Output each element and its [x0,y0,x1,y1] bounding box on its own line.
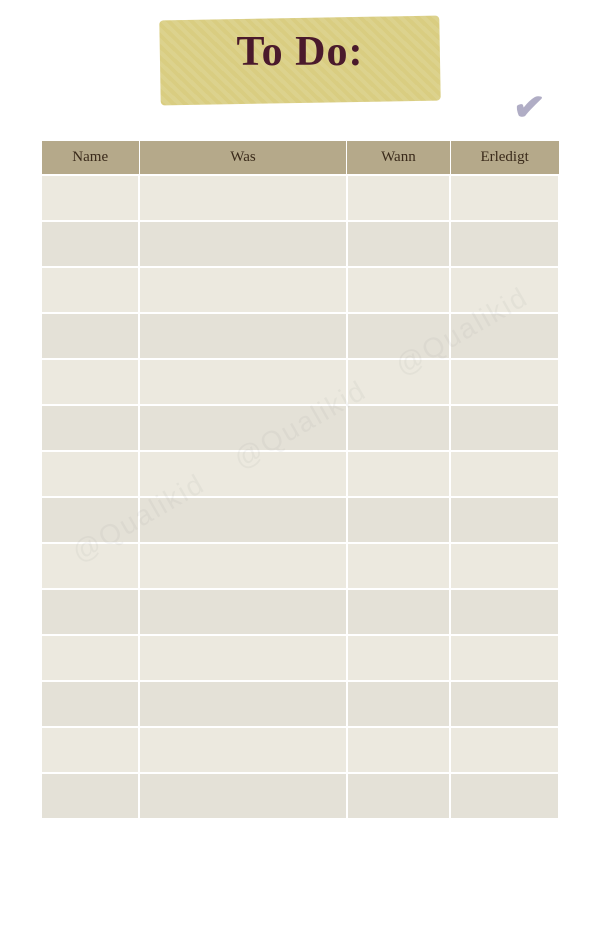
col-header-was: Was [139,141,346,176]
table-row [41,221,559,267]
table-cell [450,221,559,267]
table-row [41,451,559,497]
table-cell [41,543,139,589]
table-cell [347,313,451,359]
table-row [41,635,559,681]
table-row [41,175,559,221]
table-row [41,543,559,589]
table-cell [450,267,559,313]
page: @Qualikid @Qualikid @Qualikid To Do: ✔ N… [0,0,600,849]
table-cell [450,727,559,773]
table-cell [347,635,451,681]
table-cell [41,267,139,313]
table-cell [139,497,346,543]
table-row [41,313,559,359]
col-header-wann: Wann [347,141,451,176]
table-cell [450,773,559,819]
table-cell [347,681,451,727]
table-cell [139,221,346,267]
table-cell [41,175,139,221]
table-cell [139,359,346,405]
table-cell [450,543,559,589]
todo-table: Name Was Wann Erledigt [40,140,560,820]
table-header-row: Name Was Wann Erledigt [41,141,559,176]
table-cell [139,313,346,359]
page-title: To Do: [237,28,364,76]
table-cell [139,589,346,635]
table-cell [347,589,451,635]
table-cell [450,175,559,221]
table-cell [41,451,139,497]
table-cell [347,221,451,267]
table-cell [347,405,451,451]
table-cell [139,727,346,773]
table-cell [41,359,139,405]
table-cell [450,405,559,451]
table-cell [139,681,346,727]
table-cell [139,635,346,681]
table-row [41,589,559,635]
table-cell [347,543,451,589]
table-cell [41,497,139,543]
table-cell [347,727,451,773]
table-cell [139,175,346,221]
table-cell [41,405,139,451]
table-cell [450,359,559,405]
table-cell [41,681,139,727]
table-row [41,727,559,773]
table-row [41,405,559,451]
header-area: To Do: ✔ [0,10,600,140]
table-cell [139,405,346,451]
table-cell [41,589,139,635]
table-cell [347,497,451,543]
table-cell [41,727,139,773]
table-cell [450,451,559,497]
table-cell [41,221,139,267]
table-row [41,681,559,727]
table-row [41,267,559,313]
todo-table-wrapper: Name Was Wann Erledigt [40,140,560,849]
table-cell [347,267,451,313]
table-cell [347,773,451,819]
col-header-name: Name [41,141,139,176]
table-cell [347,175,451,221]
table-row [41,497,559,543]
table-cell [41,313,139,359]
table-cell [450,681,559,727]
table-cell [450,635,559,681]
table-cell [347,451,451,497]
table-cell [139,451,346,497]
checkmark-icon: ✔ [511,84,547,132]
table-cell [450,313,559,359]
col-header-erledigt: Erledigt [450,141,559,176]
table-cell [41,773,139,819]
table-cell [139,267,346,313]
table-cell [450,497,559,543]
table-row [41,773,559,819]
table-cell [347,359,451,405]
table-row [41,359,559,405]
table-cell [139,543,346,589]
table-cell [450,589,559,635]
table-cell [41,635,139,681]
table-cell [139,773,346,819]
